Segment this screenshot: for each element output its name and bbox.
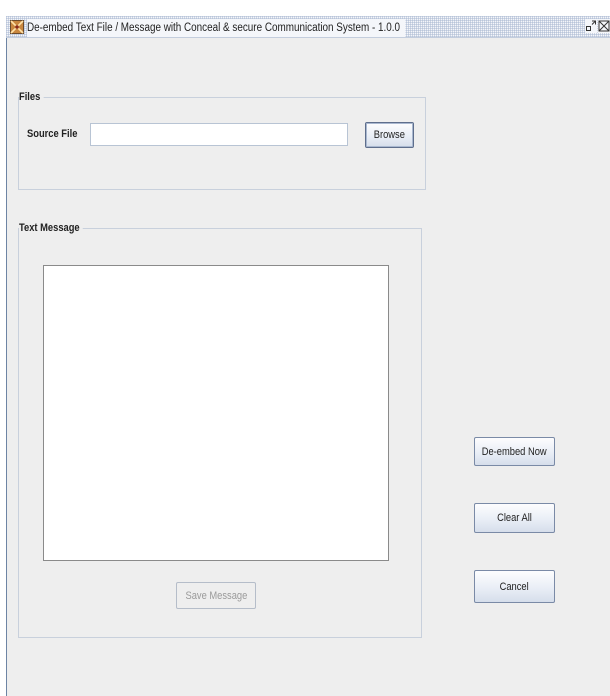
close-icon[interactable] bbox=[598, 19, 610, 33]
source-file-label: Source File bbox=[27, 128, 78, 140]
source-file-input[interactable] bbox=[90, 123, 348, 146]
app-icon bbox=[10, 20, 24, 34]
de-embed-now-button[interactable]: De-embed Now bbox=[474, 437, 555, 466]
save-message-button-label: Save Message bbox=[185, 589, 247, 602]
cancel-button[interactable]: Cancel bbox=[474, 570, 555, 603]
window-title: De-embed Text File / Message with Concea… bbox=[27, 19, 406, 37]
de-embed-now-button-label: De-embed Now bbox=[482, 445, 547, 458]
clear-all-button[interactable]: Clear All bbox=[474, 503, 555, 533]
save-message-button[interactable]: Save Message bbox=[176, 582, 256, 609]
files-legend: Files bbox=[19, 89, 44, 105]
browse-button-label: Browse bbox=[373, 129, 406, 141]
browse-button[interactable]: Browse bbox=[365, 122, 414, 148]
restore-icon[interactable] bbox=[585, 19, 597, 33]
clear-all-button-label: Clear All bbox=[497, 512, 532, 524]
text-message-area[interactable] bbox=[43, 265, 389, 561]
text-message-legend: Text Message bbox=[19, 220, 84, 236]
cancel-button-label: Cancel bbox=[499, 580, 530, 593]
